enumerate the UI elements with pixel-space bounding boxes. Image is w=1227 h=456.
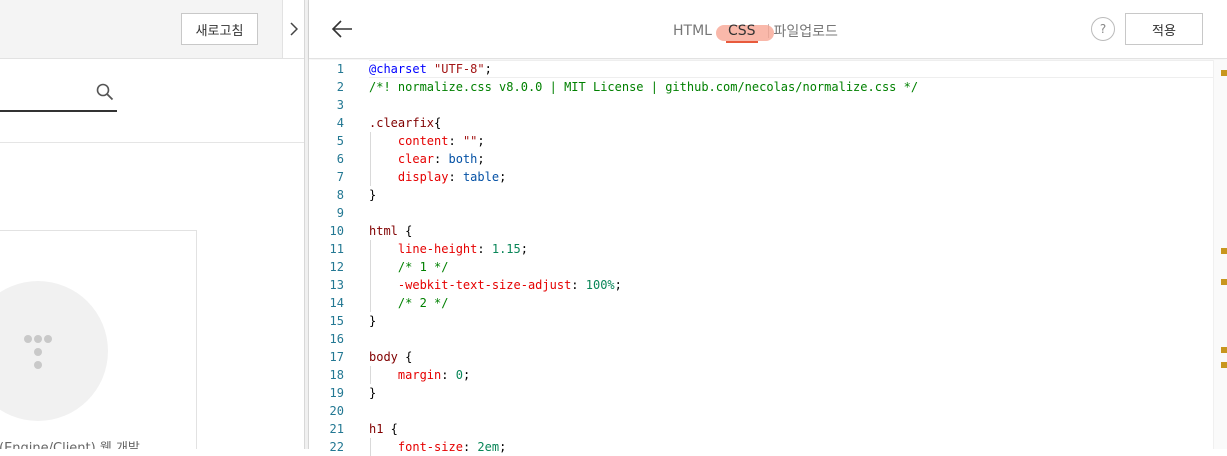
search-icon[interactable]: [96, 83, 114, 101]
line-number: 16: [329, 332, 344, 346]
code-line: /* 2 */: [397, 296, 449, 310]
card-thumbnail: [0, 281, 108, 421]
back-arrow-icon[interactable]: [331, 18, 353, 40]
code-line: .clearfix{: [369, 116, 442, 130]
line-number: 14: [329, 296, 344, 310]
code-line: body {: [369, 350, 413, 364]
project-card[interactable]: (Engine/Client) 웹 개발: [0, 230, 197, 449]
search-input[interactable]: [0, 75, 90, 110]
overview-marker: [1221, 248, 1227, 254]
tab-file-upload[interactable]: 파일업로드: [774, 21, 838, 41]
code-line: }: [369, 386, 377, 400]
overview-ruler[interactable]: [1213, 60, 1227, 449]
current-line-highlight: [369, 60, 1227, 78]
logo-icon: [24, 335, 52, 369]
overview-marker: [1221, 70, 1227, 76]
refresh-button[interactable]: 새로고침: [181, 13, 258, 45]
card-caption: (Engine/Client) 웹 개발: [0, 441, 140, 449]
line-number-gutter: 1 2 3 4 5 6 7 8 9 10 11 12 13 14 15 16 17 18 19 20 21 22: [309, 60, 353, 454]
line-number: 12: [329, 260, 344, 274]
code-line: line-height: 1.15;: [397, 242, 528, 256]
code-line: clear: both;: [397, 152, 485, 166]
code-line: h1 {: [369, 422, 398, 436]
line-number: 13: [329, 278, 344, 292]
code-line: @charset "UTF-8";: [369, 62, 492, 76]
line-number: 4: [336, 116, 344, 130]
code-line: -webkit-text-size-adjust: 100%;: [397, 278, 622, 292]
code-line: font-size: 2em;: [397, 440, 507, 454]
chevron-right-icon: [289, 22, 298, 36]
indent-guide: [370, 168, 371, 186]
line-number: 17: [329, 350, 344, 364]
code-line: }: [369, 188, 377, 202]
tab-bar: HTML CSS 파일업로드: [673, 20, 838, 43]
right-pane: HTML CSS 파일업로드 ? 적용 1 2 3 4 5 6 7 8 9 10 11 12 13 14 1…: [309, 0, 1227, 456]
code-line: /* 1 */: [397, 260, 449, 274]
line-number: 21: [329, 422, 344, 436]
code-line: /*! normalize.css v8.0.0 | MIT License |…: [369, 80, 919, 94]
indent-guide: [370, 366, 371, 384]
collapse-toggle[interactable]: [282, 0, 304, 59]
line-number: 3: [336, 98, 344, 112]
line-number: 5: [336, 134, 344, 148]
active-tab-underline: [725, 41, 758, 43]
code-line: display: table;: [397, 170, 507, 184]
line-number: 20: [329, 404, 344, 418]
code-editor[interactable]: 1 2 3 4 5 6 7 8 9 10 11 12 13 14 15 16 17 18 19 20 21 22 @cha…: [309, 60, 1227, 456]
indent-guide: [370, 258, 371, 276]
editor-header: HTML CSS 파일업로드 ? 적용: [309, 0, 1227, 59]
tab-css-label: CSS: [727, 23, 756, 39]
apply-button[interactable]: 적용: [1125, 13, 1203, 45]
line-number: 6: [336, 152, 344, 166]
search-box: [0, 75, 117, 112]
line-number: 19: [329, 386, 344, 400]
code-line: html {: [369, 224, 413, 238]
overview-marker: [1221, 279, 1227, 285]
code-area[interactable]: @charset "UTF-8"; /*! normalize.css v8.0.…: [369, 60, 1227, 456]
code-line: }: [369, 314, 377, 328]
line-number: 22: [329, 440, 344, 454]
indent-guide: [370, 132, 371, 150]
tab-css[interactable]: CSS: [715, 23, 774, 43]
indent-guide: [370, 438, 371, 456]
line-number: 2: [336, 80, 344, 94]
line-number: 1: [336, 62, 344, 76]
line-number: 9: [336, 206, 344, 220]
line-number: 7: [336, 170, 344, 184]
left-header: 새로고침: [0, 0, 282, 59]
line-number: 18: [329, 368, 344, 382]
indent-guide: [370, 240, 371, 258]
code-line: margin: 0;: [397, 368, 471, 382]
line-number: 8: [336, 188, 344, 202]
code-line: content: "";: [397, 134, 485, 148]
indent-guide: [370, 294, 371, 312]
help-button[interactable]: ?: [1091, 17, 1115, 41]
overview-marker: [1221, 347, 1227, 353]
indent-guide: [370, 276, 371, 294]
left-pane: 새로고침 (Engine/Client) 웹 개발: [0, 0, 305, 449]
overview-marker: [1221, 362, 1227, 368]
line-number: 11: [329, 242, 344, 256]
indent-guide: [370, 150, 371, 168]
line-number: 10: [329, 224, 344, 238]
line-number: 15: [329, 314, 344, 328]
tab-html[interactable]: HTML: [673, 23, 712, 39]
divider: [0, 142, 304, 143]
